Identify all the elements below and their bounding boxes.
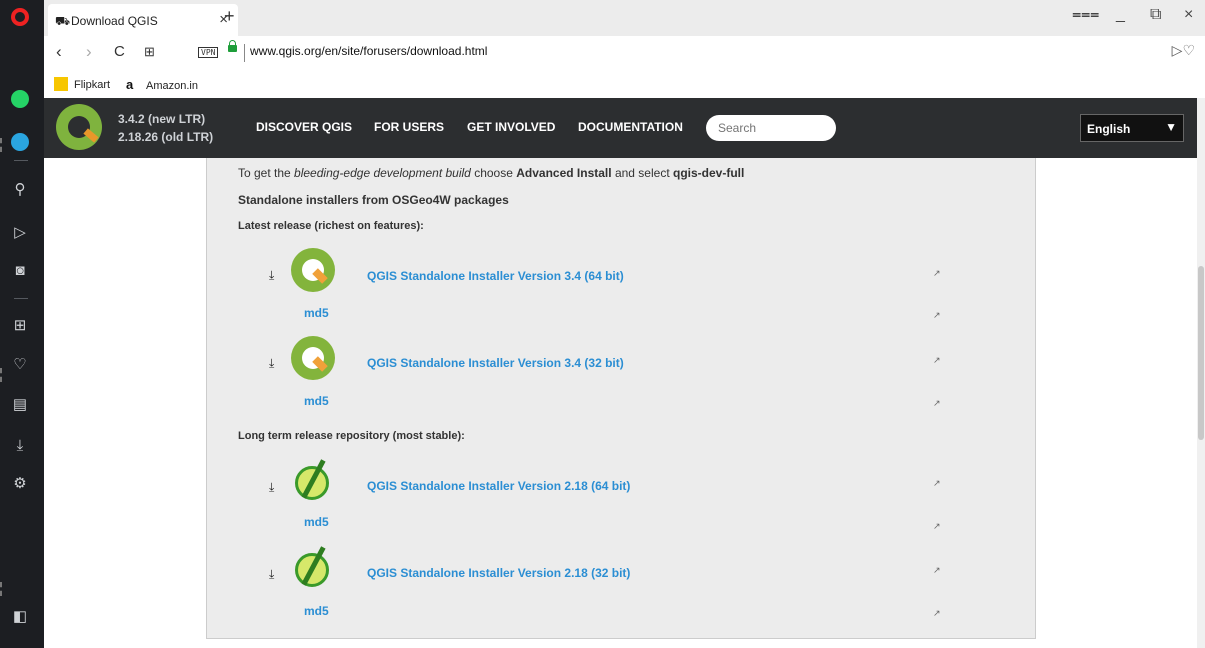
qgis3-logo-icon[interactable] [291,336,335,380]
bookmark-heart-icon[interactable]: ▷♡ [1172,42,1195,59]
external-link-icon[interactable]: ↗ [933,608,941,619]
md5-link[interactable]: md5 [304,604,329,618]
external-link-icon[interactable]: ↗ [933,521,941,532]
section-title: Standalone installers from OSGeo4W packa… [238,193,509,207]
camera-icon[interactable]: ◙ [10,261,30,281]
tab-strip: ⛟ Download QGIS × + ⩶ _ ⧉ × [44,0,1205,36]
downloads-panel: To get the bleeding-edge development bui… [206,158,1036,639]
page-scrollbar[interactable] [1197,98,1205,648]
scrollbar-thumb[interactable] [1198,266,1204,440]
url-divider [244,44,245,62]
tab-favicon: ⛟ [55,14,71,28]
forward-button[interactable]: › [86,42,92,62]
lock-icon[interactable] [228,40,237,52]
reload-button[interactable]: C [114,43,125,60]
md5-link[interactable]: md5 [304,394,329,408]
chevron-down-icon: ▼ [1165,120,1177,134]
search-input[interactable] [706,115,836,141]
external-link-icon[interactable]: ↗ [933,268,941,279]
installer-link-2-18-32[interactable]: QGIS Standalone Installer Version 2.18 (… [367,566,630,580]
flipkart-icon [54,77,68,91]
url-input[interactable] [250,44,850,58]
resize-grip[interactable] [0,582,6,596]
sidebar-toggle-icon[interactable]: ◧ [10,607,30,627]
bookmark-flipkart[interactable]: Flipkart [54,77,110,91]
nav-get-involved[interactable]: GET INVOLVED [467,120,555,134]
resize-grip[interactable] [0,138,6,152]
bookmarks-bar: Flipkart a Amazon.in [44,68,1205,98]
opera-menu-icon[interactable] [11,8,29,26]
intro-text: To get the bleeding-edge development bui… [238,166,745,180]
close-window-button[interactable]: × [1184,6,1193,24]
settings-icon[interactable]: ⚙ [10,474,30,494]
installer-link-2-18-64[interactable]: QGIS Standalone Installer Version 2.18 (… [367,479,630,493]
external-link-icon[interactable]: ↗ [933,310,941,321]
easy-setup-icon[interactable]: ⩶ [1072,6,1099,24]
external-link-icon[interactable]: ↗ [933,398,941,409]
bookmark-label: Flipkart [74,79,111,91]
tab-title: Download QGIS [71,14,158,28]
speed-dial-icon[interactable]: ⊞ [10,316,30,336]
installer-link-3-4-64[interactable]: QGIS Standalone Installer Version 3.4 (6… [367,269,624,283]
ltr-label: Long term release repository (most stabl… [238,430,465,442]
qgis2-logo-icon[interactable] [293,458,331,502]
language-value: English [1087,122,1131,136]
browser-sidebar: ⚲ ▷ ◙ ⊞ ♡ ▤ ⤓ ⚙ ◧ [0,0,44,648]
installer-link-3-4-32[interactable]: QGIS Standalone Installer Version 3.4 (3… [367,356,624,370]
download-icon[interactable]: ⤓ [269,567,274,582]
version-old[interactable]: 2.18.26 (old LTR) [118,130,213,144]
amazon-icon: a [126,77,134,92]
qgis3-logo-icon[interactable] [291,248,335,292]
back-button[interactable]: ‹ [56,42,62,62]
nav-for-users[interactable]: FOR USERS [374,120,444,134]
whatsapp-icon[interactable] [11,90,29,108]
tab-download-qgis[interactable]: ⛟ Download QGIS × [48,4,238,36]
md5-link[interactable]: md5 [304,306,329,320]
telegram-icon[interactable] [11,133,29,151]
nav-discover[interactable]: DISCOVER QGIS [256,120,352,134]
latest-release-label: Latest release (richest on features): [238,220,424,232]
md5-link[interactable]: md5 [304,515,329,529]
address-bar: ‹ › C ⊞ VPN ▷♡ [44,36,1205,69]
speed-dial-button[interactable]: ⊞ [144,44,155,60]
nav-documentation[interactable]: DOCUMENTATION [578,120,683,134]
minimize-button[interactable]: _ [1116,6,1125,24]
download-icon[interactable]: ⤓ [269,480,274,495]
site-header: 3.4.2 (new LTR) 2.18.26 (old LTR) DISCOV… [44,98,1199,158]
restore-button[interactable]: ⧉ [1150,6,1161,24]
news-icon[interactable]: ▤ [10,395,30,415]
download-icon[interactable]: ⤓ [10,436,30,456]
qgis-logo-icon[interactable] [56,104,102,150]
external-link-icon[interactable]: ↗ [933,355,941,366]
language-select[interactable]: English ▼ [1080,114,1184,142]
external-link-icon[interactable]: ↗ [933,478,941,489]
bookmark-label: Amazon.in [146,80,198,92]
resize-grip[interactable] [0,368,6,382]
external-link-icon[interactable]: ↗ [933,565,941,576]
version-new[interactable]: 3.4.2 (new LTR) [118,112,205,126]
vpn-badge[interactable]: VPN [198,47,219,58]
sidebar-divider [14,160,28,161]
sidebar-divider [14,298,28,299]
download-icon[interactable]: ⤓ [269,268,274,283]
download-icon[interactable]: ⤓ [269,356,274,371]
qgis2-logo-icon[interactable] [293,545,331,589]
bookmark-amazon[interactable]: a Amazon.in [126,77,198,92]
heart-icon[interactable]: ♡ [10,355,30,375]
new-tab-button[interactable]: + [224,6,235,27]
flow-icon[interactable]: ▷ [10,223,30,243]
search-icon[interactable]: ⚲ [10,180,30,200]
